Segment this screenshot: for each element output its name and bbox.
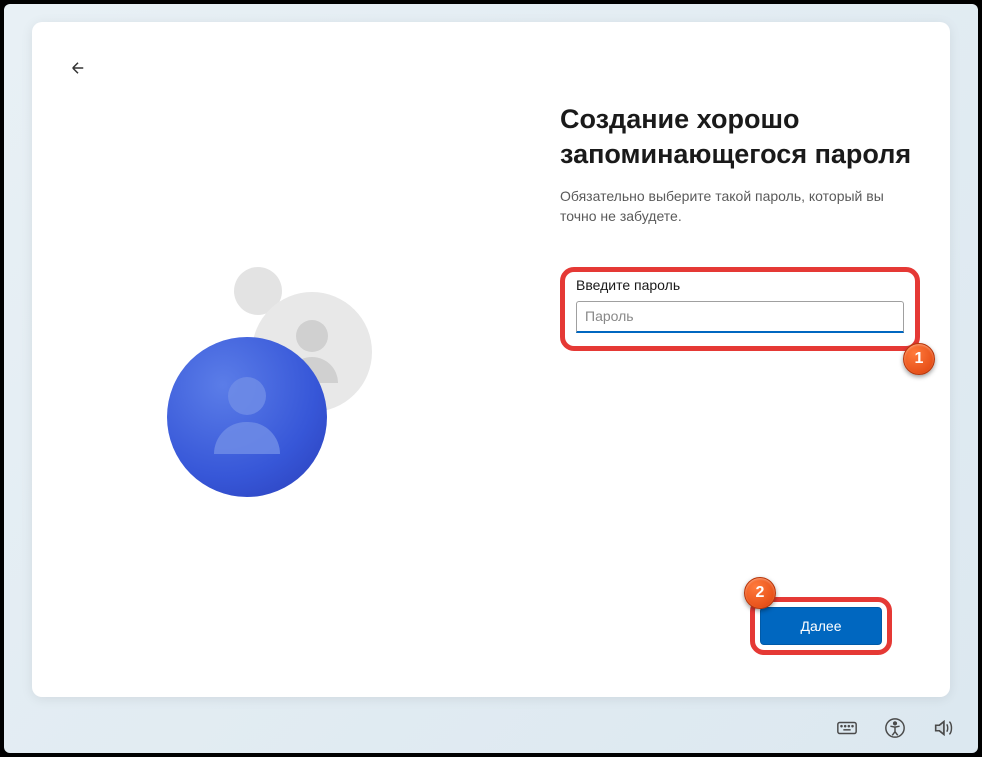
avatar-head-icon: [296, 320, 328, 352]
annotation-badge-1: 1: [903, 343, 935, 375]
user-graphic: [167, 267, 387, 507]
content-area: Создание хорошо запоминающегося пароля О…: [32, 22, 950, 697]
volume-button[interactable]: [930, 715, 956, 741]
password-input-group: Введите пароль 1: [560, 267, 920, 351]
taskbar-tray: [834, 715, 956, 741]
primary-user-avatar: [167, 337, 327, 497]
password-label: Введите пароль: [576, 277, 904, 293]
form-panel: Создание хорошо запоминающегося пароля О…: [560, 102, 920, 351]
password-input[interactable]: [576, 301, 904, 333]
next-button-wrap: Далее 2: [750, 597, 892, 655]
keyboard-icon: [836, 717, 858, 739]
page-subtitle: Обязательно выберите такой пароль, котор…: [560, 186, 920, 227]
keyboard-button[interactable]: [834, 715, 860, 741]
setup-card: Создание хорошо запоминающегося пароля О…: [32, 22, 950, 697]
desktop-background: Создание хорошо запоминающегося пароля О…: [4, 4, 978, 753]
accessibility-button[interactable]: [882, 715, 908, 741]
avatar-body-icon: [214, 422, 280, 454]
avatar-head-icon: [228, 377, 266, 415]
page-title: Создание хорошо запоминающегося пароля: [560, 102, 920, 172]
accessibility-icon: [884, 717, 906, 739]
annotation-badge-2: 2: [744, 577, 776, 609]
volume-icon: [932, 717, 954, 739]
next-button[interactable]: Далее: [760, 607, 882, 645]
